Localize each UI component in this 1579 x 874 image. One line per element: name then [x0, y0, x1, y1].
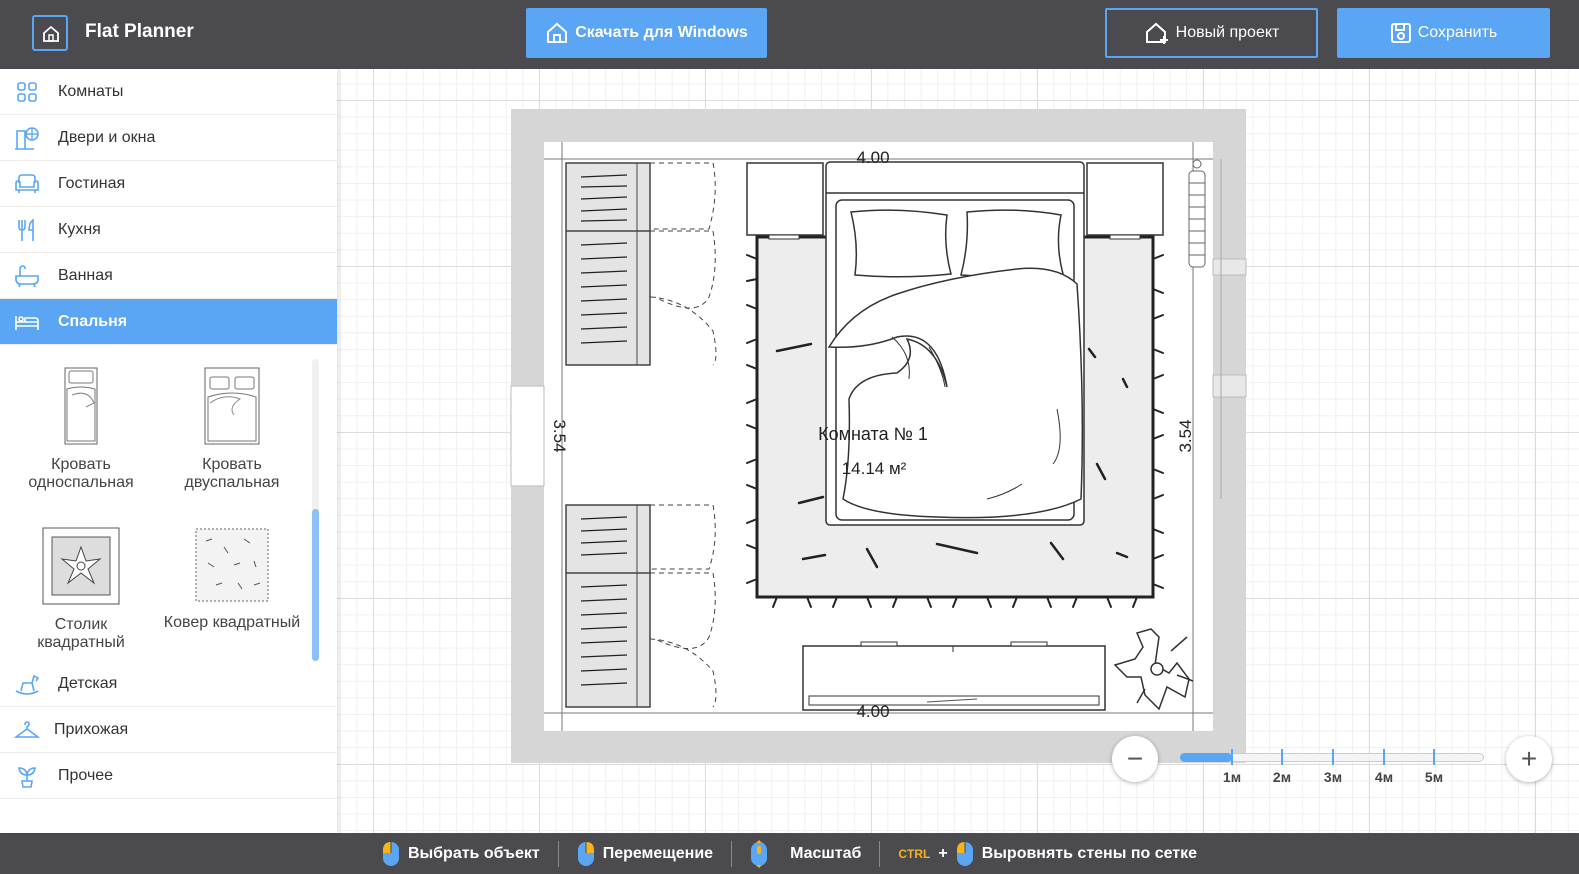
plus-sign: + [938, 844, 948, 862]
category-bedroom[interactable]: Спальня [0, 299, 337, 345]
floor-plan: 4.00 4.00 3.54 3.54 Комната № 1 14.14 м² [510, 109, 1247, 763]
dimension-top-label: 4.00 [856, 148, 889, 167]
items-scrollbar-thumb[interactable] [312, 509, 319, 661]
item-label: Ковер квадратный [163, 614, 301, 631]
category-other[interactable]: Прочее [0, 753, 337, 799]
radiator[interactable] [1188, 159, 1206, 268]
category-label: Двери и окна [58, 128, 156, 146]
zoom-in-button[interactable]: + [1506, 736, 1552, 782]
room-name-label: Комната № 1 [818, 424, 928, 444]
bed-icon [15, 316, 39, 330]
scale-tick [1433, 749, 1435, 765]
hint-zoom: Масштаб [732, 839, 879, 868]
item-double-bed[interactable]: Кровать двуспальная [168, 367, 296, 492]
rocking-horse-icon [15, 674, 40, 695]
item-label: Кровать односпальная [28, 456, 134, 491]
square-rug-thumbnail [195, 528, 269, 602]
floor-plan-canvas[interactable]: 4.00 4.00 3.54 3.54 Комната № 1 14.14 м²… [337, 69, 1579, 833]
hint-zoom-label: Масштаб [790, 844, 862, 862]
new-house-icon [1145, 22, 1168, 44]
plus-icon: + [1520, 743, 1538, 774]
scale-tick-label: 3м [1323, 769, 1343, 785]
download-windows-button[interactable]: Скачать для Windows [526, 8, 767, 58]
rooms-icon [17, 82, 37, 102]
hint-select: Выбрать объект [364, 841, 558, 867]
category-label: Комнаты [58, 82, 124, 100]
scale-bar-fill [1180, 753, 1232, 762]
hint-align-label: Выровнять стены по сетке [981, 844, 1198, 862]
mouse-left-click-icon [382, 841, 399, 866]
floppy-icon [1390, 23, 1411, 43]
square-table-thumbnail [42, 527, 120, 605]
dimension-left-label: 3.54 [550, 419, 569, 452]
doors-windows-icon [15, 127, 39, 150]
minus-icon: − [1126, 743, 1144, 774]
category-label: Кухня [58, 220, 101, 238]
category-rooms[interactable]: Комнаты [0, 69, 337, 115]
new-project-label: Новый проект [1175, 24, 1280, 41]
scale-tick [1231, 749, 1233, 765]
app-title: Flat Planner [85, 21, 194, 42]
save-button[interactable]: Сохранить [1337, 8, 1550, 58]
scale-tick-label: 1м [1222, 769, 1242, 785]
scale-tick [1383, 749, 1385, 765]
dimension-bottom-label: 4.00 [856, 702, 889, 721]
hint-move: Перемещение [559, 841, 731, 867]
category-label: Детская [58, 674, 118, 692]
hint-select-label: Выбрать объект [407, 844, 540, 862]
item-label: Кровать двуспальная [184, 456, 280, 491]
category-bathroom[interactable]: Ванная [0, 253, 337, 299]
category-kitchen[interactable]: Кухня [0, 207, 337, 253]
single-bed-thumbnail [64, 367, 98, 445]
nightstand-left[interactable] [746, 162, 824, 240]
scale-tick [1332, 749, 1334, 765]
category-label: Прихожая [54, 720, 129, 738]
category-label: Спальня [58, 312, 128, 330]
nightstand-right[interactable] [1086, 162, 1164, 240]
bathtub-icon [15, 265, 39, 288]
ctrl-key-label: CTRL [898, 846, 931, 861]
mouse-right-click-icon [577, 841, 594, 866]
category-label: Гостиная [58, 174, 126, 192]
category-living-room[interactable]: Гостиная [0, 161, 337, 207]
category-doors-windows[interactable]: Двери и окна [0, 115, 337, 161]
house-icon [547, 22, 568, 43]
save-label: Сохранить [1417, 24, 1498, 41]
app-logo-icon[interactable] [32, 15, 68, 51]
tv-stand[interactable] [802, 641, 1106, 711]
room-area-label: 14.14 м² [842, 459, 907, 478]
zoom-out-button[interactable]: − [1112, 736, 1158, 782]
armchair-icon [15, 174, 39, 193]
scale-tick-label: 5м [1424, 769, 1444, 785]
category-label: Прочее [58, 766, 114, 784]
scale-tick-label: 4м [1374, 769, 1394, 785]
hints-bar: Выбрать объект Перемещение Масштаб CTRL … [0, 833, 1579, 874]
item-square-table[interactable]: Столик квадратный [20, 527, 142, 652]
top-bar: Flat Planner Скачать для Windows Новый п… [0, 0, 1579, 69]
category-hallway[interactable]: Прихожая [0, 707, 337, 753]
fork-knife-icon [18, 218, 34, 241]
sidebar: Комнаты Двери и окна Гостиная Кухня Ванн… [0, 69, 337, 833]
category-kids-room[interactable]: Детская [0, 661, 337, 707]
bedroom-items-panel: Кровать односпальная Кровать двуспальная… [0, 357, 337, 661]
dimension-right-label: 3.54 [1176, 419, 1195, 452]
hint-align: CTRL + Выровнять стены по сетке [880, 841, 1215, 867]
category-label: Ванная [58, 266, 113, 284]
plant-icon [18, 767, 36, 788]
item-square-rug[interactable]: Ковер квадратный [160, 527, 304, 632]
mouse-scroll-icon [751, 839, 768, 868]
hint-move-label: Перемещение [602, 844, 714, 862]
hanger-icon [14, 721, 40, 738]
mouse-left-click-icon [956, 841, 973, 866]
item-single-bed[interactable]: Кровать односпальная [20, 367, 142, 492]
download-label: Скачать для Windows [575, 24, 748, 41]
scale-tick [1281, 749, 1283, 765]
scale-tick-label: 2м [1272, 769, 1292, 785]
item-label: Столик квадратный [37, 616, 125, 651]
new-project-button[interactable]: Новый проект [1105, 8, 1318, 58]
double-bed-thumbnail [204, 367, 260, 445]
